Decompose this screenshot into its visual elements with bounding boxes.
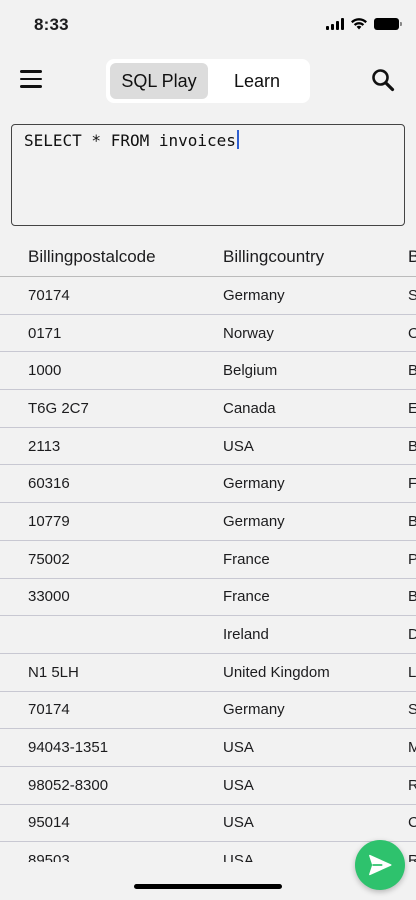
cell-truncated: P <box>408 550 416 568</box>
sql-query-text: SELECT * FROM invoices <box>24 131 236 150</box>
cell-billingcountry: USA <box>223 852 254 862</box>
cell-billingcountry: Germany <box>223 701 285 719</box>
cell-truncated: R <box>408 776 416 794</box>
cell-billingcountry: Belgium <box>223 362 278 380</box>
status-time: 8:33 <box>34 15 69 34</box>
sql-query-editor[interactable]: SELECT * FROM invoices <box>11 124 405 226</box>
cell-billingcountry: France <box>223 550 270 568</box>
table-row[interactable]: 75002 France P <box>0 541 416 579</box>
table-row[interactable]: 94043-1351 USA M <box>0 729 416 767</box>
table-row[interactable]: 98052-8300 USA R <box>0 767 416 805</box>
tab-learn[interactable]: Learn <box>208 63 306 99</box>
table-row[interactable]: N1 5LH United Kingdom L <box>0 654 416 692</box>
tab-sql-play[interactable]: SQL Play <box>110 63 208 99</box>
cell-billingpostalcode: 89503 <box>28 852 70 862</box>
table-body: 70174 Germany S 0171 Norway O 1000 Belgium B T6G … <box>0 277 416 862</box>
cell-truncated: B <box>408 512 416 530</box>
cell-truncated: B <box>408 588 416 606</box>
cell-billingpostalcode: 94043-1351 <box>28 739 109 757</box>
cell-billingcountry: Ireland <box>223 626 269 644</box>
cell-billingcountry: United Kingdom <box>223 663 330 681</box>
cell-truncated: E <box>408 399 416 417</box>
cell-truncated: S <box>408 286 416 304</box>
cell-billingcountry: USA <box>223 739 254 757</box>
table-header-row: Billingpostalcode Billingcountry B <box>0 238 416 277</box>
cell-billingpostalcode: 98052-8300 <box>28 776 109 794</box>
cell-truncated: B <box>408 437 416 455</box>
table-row[interactable]: T6G 2C7 Canada E <box>0 390 416 428</box>
cell-billingpostalcode: 0171 <box>28 324 62 342</box>
cell-billingcountry: France <box>223 588 270 606</box>
status-bar: 8:33 <box>0 0 416 50</box>
table-row[interactable]: Ireland D <box>0 616 416 654</box>
cell-truncated: B <box>408 362 416 380</box>
run-query-button[interactable] <box>355 840 405 890</box>
cell-billingcountry: Canada <box>223 399 276 417</box>
cell-truncated: R <box>408 852 416 862</box>
cell-billingcountry: Germany <box>223 286 285 304</box>
table-row[interactable]: 0171 Norway O <box>0 315 416 353</box>
cell-billingpostalcode: 2113 <box>28 437 61 455</box>
table-row[interactable]: 89503 USA R <box>0 842 416 862</box>
cell-billingpostalcode: 70174 <box>28 701 70 719</box>
hamburger-icon[interactable] <box>20 70 42 88</box>
cell-billingpostalcode: 70174 <box>28 286 70 304</box>
cell-billingcountry: USA <box>223 814 254 832</box>
cell-truncated: L <box>408 663 416 681</box>
cell-truncated: D <box>408 626 416 644</box>
mode-segmented-control: SQL Play Learn <box>106 59 310 103</box>
column-header-truncated: B <box>408 247 416 266</box>
table-row[interactable]: 1000 Belgium B <box>0 352 416 391</box>
cell-billingcountry: Norway <box>223 324 274 342</box>
column-header-billingpostalcode: Billingpostalcode <box>28 247 156 266</box>
cell-truncated: F <box>408 475 416 493</box>
cell-billingcountry: Germany <box>223 475 285 493</box>
cell-billingpostalcode: 60316 <box>28 475 70 493</box>
cellular-signal-icon <box>326 17 344 30</box>
cell-billingcountry: USA <box>223 776 254 794</box>
cell-billingpostalcode: N1 5LH <box>28 663 79 681</box>
cell-billingpostalcode: 75002 <box>28 550 70 568</box>
cell-truncated: M <box>408 739 416 757</box>
table-row[interactable]: 95014 USA C <box>0 805 416 843</box>
wifi-icon <box>351 18 367 30</box>
cell-truncated: C <box>408 814 416 832</box>
cell-billingcountry: Germany <box>223 512 285 530</box>
table-row[interactable]: 33000 France B <box>0 579 416 617</box>
cell-billingpostalcode: T6G 2C7 <box>28 399 89 417</box>
cell-truncated: S <box>408 701 416 719</box>
top-nav: SQL Play Learn <box>0 56 416 104</box>
cell-billingpostalcode: 33000 <box>28 588 70 606</box>
status-icons <box>326 17 402 30</box>
send-icon <box>369 854 392 876</box>
battery-icon <box>374 17 402 30</box>
text-caret <box>236 130 239 149</box>
cell-billingcountry: USA <box>223 437 254 455</box>
table-row[interactable]: 2113 USA B <box>0 428 416 466</box>
cell-billingpostalcode: 95014 <box>28 814 70 832</box>
results-table[interactable]: Billingpostalcode Billingcountry B 70174… <box>0 238 416 862</box>
search-icon[interactable] <box>371 68 395 92</box>
column-header-billingcountry: Billingcountry <box>223 247 325 266</box>
cell-billingpostalcode: 10779 <box>28 512 70 530</box>
table-row[interactable]: 60316 Germany F <box>0 465 416 504</box>
table-row[interactable]: 70174 Germany S <box>0 277 416 315</box>
cell-billingpostalcode: 1000 <box>28 362 62 380</box>
home-indicator <box>134 884 282 889</box>
table-row[interactable]: 10779 Germany B <box>0 503 416 541</box>
table-row[interactable]: 70174 Germany S <box>0 692 416 730</box>
cell-truncated: O <box>408 324 416 342</box>
